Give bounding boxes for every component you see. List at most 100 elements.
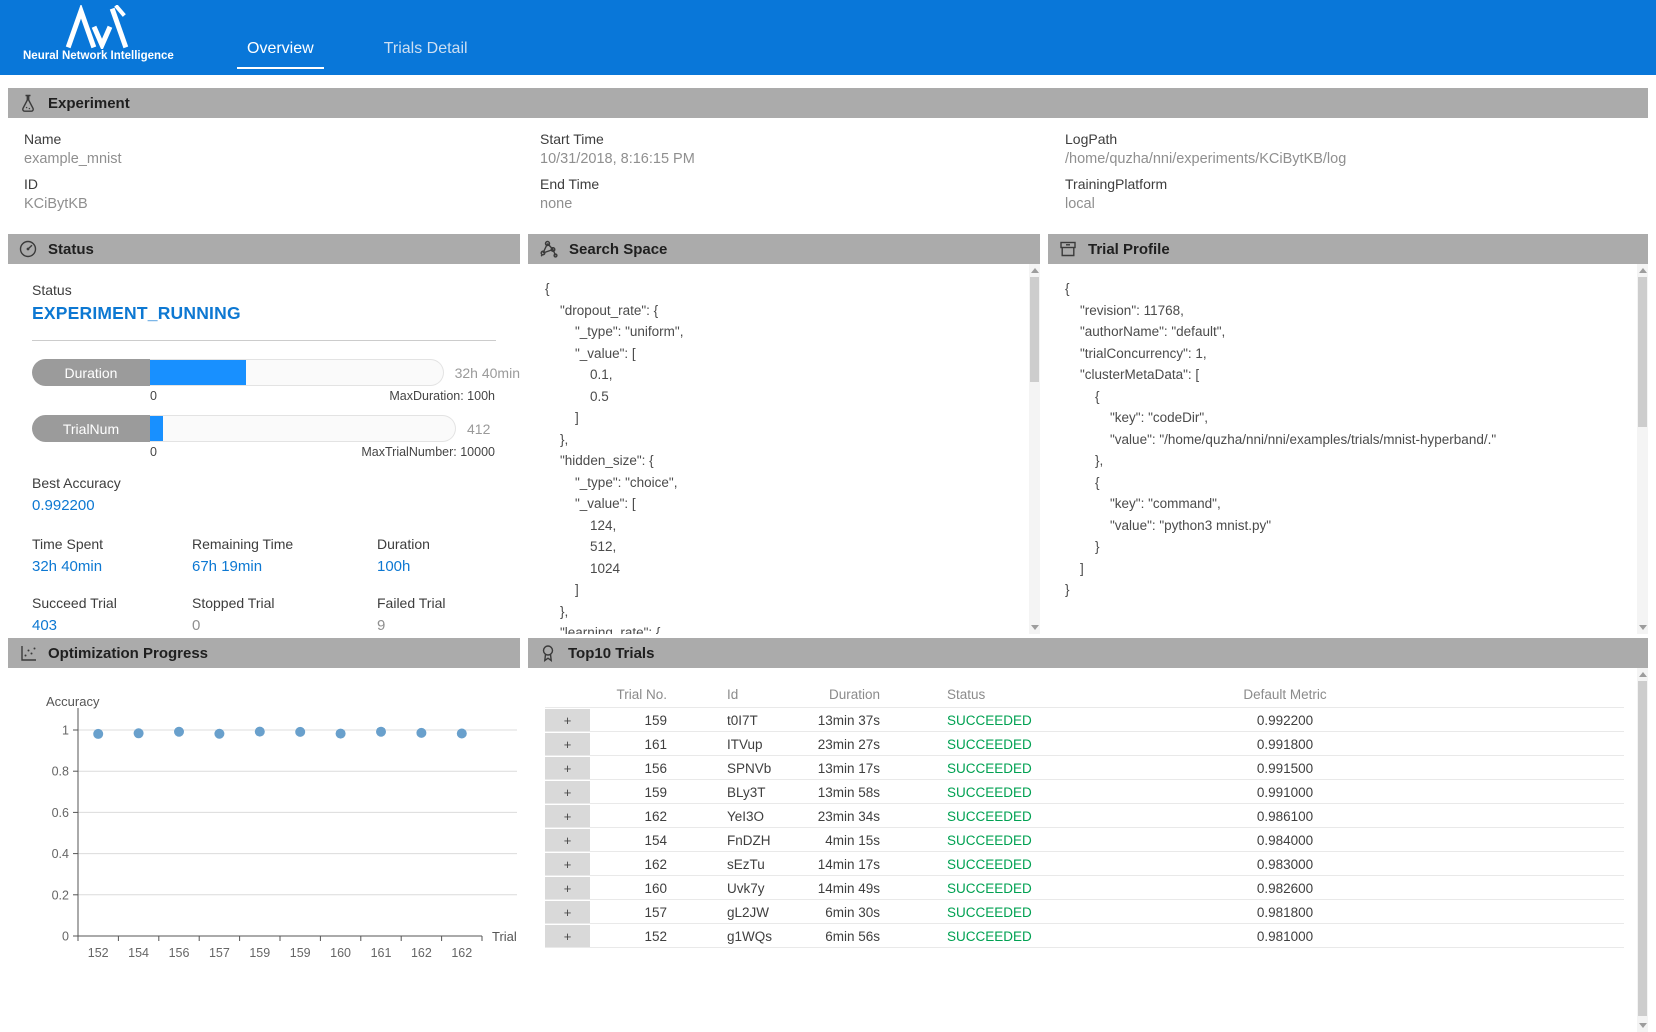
expand-row-button[interactable]: + [545, 805, 590, 827]
expand-row-button[interactable]: + [545, 853, 590, 875]
search-space-json: { "dropout_rate": { "_type": "uniform", … [528, 264, 1040, 634]
trial-profile-header: Trial Profile [1048, 234, 1648, 264]
expand-row-button[interactable]: + [545, 877, 590, 899]
expand-row-button[interactable]: + [545, 829, 590, 851]
search-space-header: Search Space [528, 234, 1040, 264]
cell-status: SUCCEEDED [880, 809, 1065, 824]
top10-title: Top10 Trials [568, 645, 654, 662]
table-row: +162YeI3O23min 34sSUCCEEDED0.986100 [545, 804, 1624, 828]
col-default-metric: Default Metric [1065, 687, 1505, 702]
cell-default-metric: 0.984000 [1065, 833, 1505, 848]
search-space-scrollbar[interactable] [1029, 264, 1040, 634]
cell-default-metric: 0.981000 [1065, 929, 1505, 944]
metric-value: 67h 19min [192, 558, 377, 575]
field-label: Name [24, 131, 540, 147]
top10-panel: Top10 Trials Trial No. Id Duration Statu… [528, 638, 1648, 1032]
duration-min: 0 [150, 389, 157, 403]
scroll-thumb[interactable] [1638, 277, 1647, 427]
status-metric: Time Spent32h 40min [32, 536, 192, 575]
scroll-up-icon[interactable] [1639, 672, 1647, 677]
status-metric: Failed Trial9 [377, 595, 520, 634]
status-metrics: Time Spent32h 40minRemaining Time 67h 19m… [32, 536, 520, 634]
scroll-thumb[interactable] [1638, 681, 1647, 1016]
cell-default-metric: 0.991800 [1065, 737, 1505, 752]
field-value: local [1065, 196, 1648, 212]
expand-row-button[interactable]: + [545, 757, 590, 779]
scroll-up-icon[interactable] [1031, 268, 1039, 273]
scroll-up-icon[interactable] [1639, 268, 1647, 273]
svg-text:0.4: 0.4 [52, 847, 69, 861]
cell-trial-no: 162 [590, 809, 675, 824]
cell-trial-no: 156 [590, 761, 675, 776]
expand-row-button[interactable]: + [545, 901, 590, 923]
metric-label: Remaining Time [192, 536, 377, 552]
metric-label: Duration [377, 536, 520, 552]
cell-duration: 23min 34s [800, 809, 880, 824]
metric-value: 403 [32, 617, 192, 634]
optimization-header: Optimization Progress [8, 638, 520, 668]
trial-profile-json: { "revision": 11768, "authorName": "defa… [1048, 264, 1648, 601]
metric-value: 32h 40min [32, 558, 192, 575]
cell-trial-no: 152 [590, 929, 675, 944]
svg-text:0.2: 0.2 [52, 888, 69, 902]
tab-trials-detail[interactable]: Trials Detail [374, 40, 478, 69]
duration-bar-track [150, 359, 444, 386]
experiment-section: Experiment Name example_mnist ID KCiBytK… [8, 88, 1648, 226]
field-label: End Time [540, 176, 1065, 192]
cell-duration: 6min 30s [800, 905, 880, 920]
scroll-thumb[interactable] [1030, 277, 1039, 382]
scroll-down-icon[interactable] [1639, 625, 1647, 630]
metric-label: Failed Trial [377, 595, 520, 611]
table-row: +161ITVup23min 27sSUCCEEDED0.991800 [545, 732, 1624, 756]
metric-value: 100h [377, 558, 520, 575]
svg-text:162: 162 [451, 946, 472, 960]
search-space-panel: Search Space { "dropout_rate": { "_type"… [528, 234, 1040, 634]
trial-profile-panel: Trial Profile { "revision": 11768, "auth… [1048, 234, 1648, 634]
scroll-down-icon[interactable] [1031, 625, 1039, 630]
cell-duration: 14min 17s [800, 857, 880, 872]
cell-duration: 23min 27s [800, 737, 880, 752]
bottom-scrollbar[interactable] [1637, 668, 1648, 1032]
status-metric: Remaining Time 67h 19min [192, 536, 377, 575]
table-row: +154FnDZH4min 15sSUCCEEDED0.984000 [545, 828, 1624, 852]
search-space-title: Search Space [569, 241, 667, 258]
medal-icon [538, 643, 558, 663]
cell-duration: 13min 37s [800, 713, 880, 728]
table-row: +157gL2JW6min 30sSUCCEEDED0.981800 [545, 900, 1624, 924]
best-accuracy-value: 0.992200 [32, 497, 520, 514]
trialnum-bar-track [150, 415, 456, 442]
status-header: Status [8, 234, 520, 264]
duration-max: MaxDuration: 100h [389, 389, 495, 403]
nni-logo-icon [65, 5, 137, 49]
cell-id: t0I7T [675, 713, 800, 728]
status-title: Status [48, 241, 94, 258]
expand-row-button[interactable]: + [545, 709, 590, 731]
divider [32, 340, 496, 341]
cell-duration: 14min 49s [800, 881, 880, 896]
cell-status: SUCCEEDED [880, 713, 1065, 728]
trial-profile-scrollbar[interactable] [1637, 264, 1648, 634]
cell-default-metric: 0.991000 [1065, 785, 1505, 800]
svg-text:152: 152 [88, 946, 109, 960]
cell-status: SUCCEEDED [880, 785, 1065, 800]
cell-id: Uvk7y [675, 881, 800, 896]
scroll-down-icon[interactable] [1639, 1023, 1647, 1028]
trialnum-bar-value: 412 [467, 421, 490, 437]
expand-row-button[interactable]: + [545, 781, 590, 803]
logo-subtitle: Neural Network Intelligence [23, 50, 215, 62]
experiment-col-1: Name example_mnist ID KCiBytKB [24, 122, 540, 226]
expand-row-button[interactable]: + [545, 733, 590, 755]
svg-text:Trial: Trial [492, 929, 517, 944]
cell-status: SUCCEEDED [880, 881, 1065, 896]
trialnum-bar-label: TrialNum [32, 415, 150, 442]
expand-row-button[interactable]: + [545, 925, 590, 947]
tab-overview[interactable]: Overview [237, 40, 324, 69]
trialnum-min: 0 [150, 445, 157, 459]
cell-duration: 13min 58s [800, 785, 880, 800]
flask-icon [18, 93, 38, 113]
experiment-col-3: LogPath /home/quzha/nni/experiments/KCiB… [1065, 122, 1648, 226]
cell-default-metric: 0.981800 [1065, 905, 1505, 920]
archive-box-icon [1058, 239, 1078, 259]
metric-label: Succeed Trial [32, 595, 192, 611]
field-label: TrainingPlatform [1065, 176, 1648, 192]
